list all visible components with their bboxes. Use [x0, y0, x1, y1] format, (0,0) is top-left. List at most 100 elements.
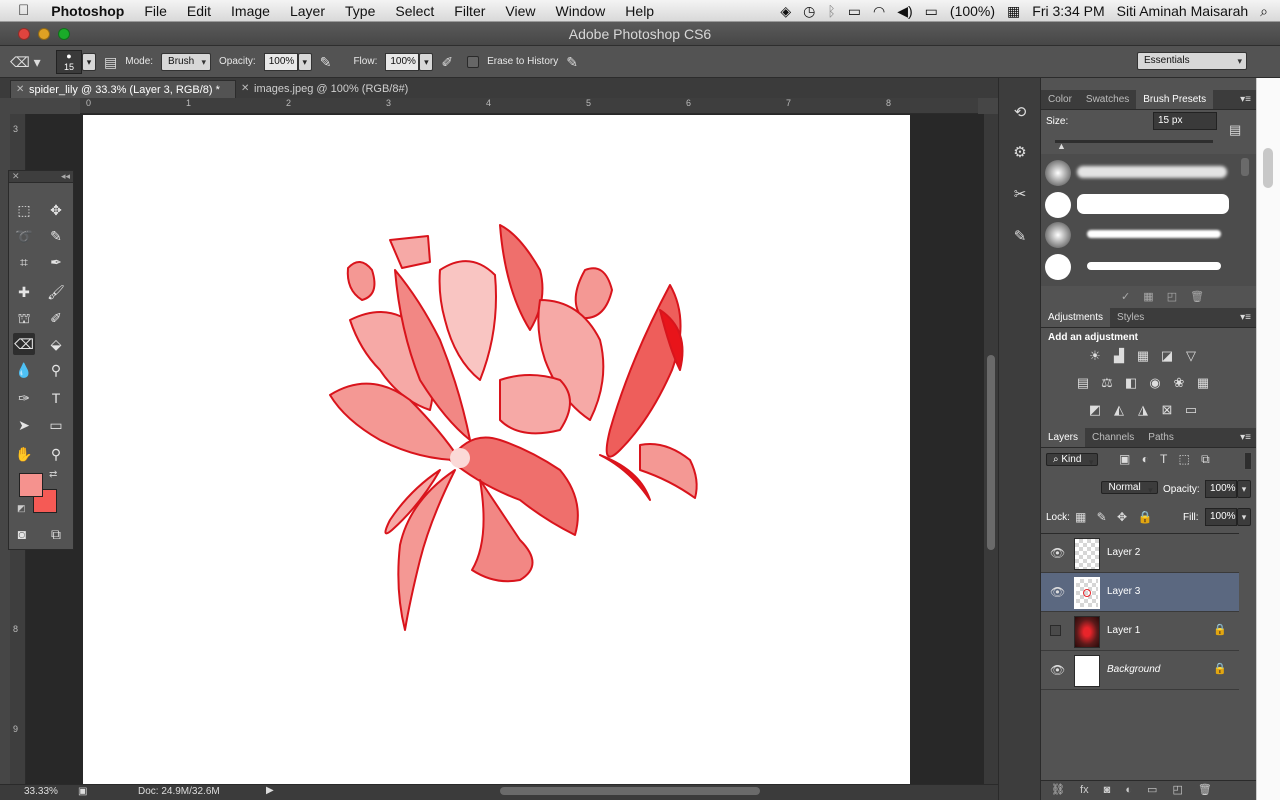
display-icon[interactable]: ▭ — [848, 3, 861, 20]
pressure-opacity-icon[interactable]: ✎ — [320, 53, 332, 71]
threshold-icon[interactable]: ◮ — [1135, 402, 1151, 418]
user-name[interactable]: Siti Aminah Maisarah — [1117, 3, 1249, 19]
fill-input[interactable]: 100% — [1205, 508, 1237, 526]
vibrance-icon[interactable]: ▽ — [1183, 348, 1199, 364]
black-white-icon[interactable]: ◧ — [1123, 375, 1139, 391]
close-tab-icon[interactable]: ✕ — [16, 81, 24, 99]
menu-select[interactable]: Select — [385, 0, 444, 22]
close-tab-icon[interactable]: ✕ — [241, 80, 249, 98]
brush-panel-icon[interactable]: ▤ — [104, 53, 117, 71]
clock[interactable]: Fri 3:34 PM — [1032, 3, 1104, 19]
brush-size-preview[interactable]: ● 15 — [56, 49, 82, 74]
flow-dropdown[interactable]: ▾ — [419, 52, 434, 71]
volume-icon[interactable]: ◀) — [897, 3, 912, 20]
dodge-icon[interactable]: ⚲ — [45, 359, 67, 381]
tab-spider-lily[interactable]: ✕ spider_lily @ 33.3% (Layer 3, RGB/8) * — [10, 80, 236, 98]
stamp-icon[interactable]: ⛫ — [13, 307, 35, 329]
mac-scroll-thumb[interactable] — [1263, 148, 1273, 188]
brush-soft-round-pressure[interactable] — [1045, 222, 1071, 248]
zoom-icon[interactable]: ⚲ — [45, 443, 67, 465]
layer-row-layer-2[interactable]: 👁 Layer 2 — [1041, 534, 1239, 573]
panel-menu-icon[interactable]: ▾≡ — [1240, 90, 1251, 110]
brightness-icon[interactable]: ☀ — [1087, 348, 1103, 364]
filter-kind-select[interactable]: ⌕ Kind — [1046, 453, 1099, 466]
menu-image[interactable]: Image — [221, 0, 280, 22]
zoom-window-button[interactable] — [58, 28, 70, 40]
document-canvas[interactable] — [83, 115, 910, 784]
menu-edit[interactable]: Edit — [177, 0, 221, 22]
filter-toggle[interactable] — [1244, 452, 1252, 470]
tab-paths[interactable]: Paths — [1141, 428, 1181, 447]
quick-select-icon[interactable]: ✎ — [45, 225, 67, 247]
brush-hard-round-pressure[interactable] — [1045, 254, 1071, 280]
battery-icon[interactable]: ▭ — [925, 3, 938, 20]
tool-presets-icon[interactable]: ✂ — [1009, 184, 1031, 206]
photo-filter-icon[interactable]: ◉ — [1147, 375, 1163, 391]
menu-filter[interactable]: Filter — [444, 0, 495, 22]
minimize-window-button[interactable] — [38, 28, 50, 40]
crop-icon[interactable]: ⌗ — [13, 251, 35, 273]
eye-icon[interactable]: 👁 — [1050, 663, 1065, 677]
blend-mode-select[interactable]: Normal — [1101, 481, 1158, 494]
shape-icon[interactable]: ▭ — [45, 414, 67, 436]
tab-layers[interactable]: Layers — [1041, 428, 1086, 447]
tab-images-jpeg[interactable]: ✕ images.jpeg @ 100% (RGB/8#) — [236, 80, 426, 98]
opacity-input[interactable]: 100% — [263, 52, 298, 71]
vertical-scroll-thumb[interactable] — [987, 355, 995, 550]
healing-icon[interactable]: ✚ — [13, 281, 35, 303]
eyedropper-icon[interactable]: ✒ — [45, 251, 67, 273]
layer-row-background[interactable]: 👁 Background 🔒 — [1041, 651, 1239, 690]
menu-layer[interactable]: Layer — [280, 0, 335, 22]
size-slider-handle[interactable]: ▲ — [1057, 141, 1066, 151]
color-balance-icon[interactable]: ⚖ — [1099, 375, 1115, 391]
tab-swatches[interactable]: Swatches — [1079, 90, 1136, 109]
size-input[interactable]: 15 px — [1153, 112, 1217, 130]
channel-mixer-icon[interactable]: ❀ — [1171, 375, 1187, 391]
exposure-icon[interactable]: ◪ — [1159, 348, 1175, 364]
layers-footer-icons[interactable]: ⛓ fx ◙ ◐ ▭ ◰ 🗑 — [1041, 780, 1257, 800]
presets-scroll-thumb[interactable] — [1241, 158, 1249, 176]
spotlight-icon[interactable]: ⌕ — [1260, 3, 1268, 20]
type-icon[interactable]: T — [45, 387, 67, 409]
tab-color[interactable]: Color — [1041, 90, 1079, 109]
apple-icon[interactable]:  — [0, 0, 41, 22]
layer-opacity-input[interactable]: 100% — [1205, 480, 1237, 498]
pressure-size-icon[interactable]: ✎ — [566, 53, 578, 71]
calendar-icon[interactable]: ▦ — [1007, 3, 1020, 20]
swap-colors-icon[interactable]: ⇄ — [49, 469, 57, 480]
brush-soft-round[interactable] — [1045, 160, 1071, 186]
menu-help[interactable]: Help — [615, 0, 664, 22]
status-menu-arrow-icon[interactable]: ▶ — [266, 785, 274, 796]
eraser-icon[interactable]: ⌫ ▾ — [10, 53, 48, 71]
layer-row-layer-1[interactable]: Layer 1 🔒 — [1041, 612, 1239, 651]
visibility-off-box[interactable] — [1050, 625, 1061, 636]
lock-options-icons[interactable]: ▦ ✎ ✥ 🔒 — [1075, 510, 1152, 524]
fill-dropdown[interactable]: ▾ — [1237, 508, 1251, 526]
brush-hard-round[interactable] — [1045, 192, 1071, 218]
menu-view[interactable]: View — [495, 0, 545, 22]
selective-color-icon[interactable]: ⊠ — [1159, 402, 1175, 418]
panel-menu-icon[interactable]: ▾≡ — [1240, 308, 1251, 328]
invert-icon[interactable]: ◩ — [1087, 402, 1103, 418]
layer-filter-icons[interactable]: ▣ ◐ T ⬚ ⧉ — [1119, 452, 1210, 467]
screen-mode-icon[interactable]: ⧉ — [45, 523, 67, 545]
layer-opacity-dropdown[interactable]: ▾ — [1237, 480, 1251, 498]
default-colors-icon[interactable]: ◩ — [17, 503, 26, 514]
mode-select[interactable]: Brush — [161, 52, 212, 71]
eye-icon[interactable]: 👁 — [1050, 546, 1065, 560]
brush-presets-list[interactable] — [1041, 154, 1257, 286]
brush-icon[interactable]: 🖌 — [45, 281, 67, 303]
blur-icon[interactable]: 💧 — [13, 359, 35, 381]
airbrush-icon[interactable]: ✐ — [441, 53, 453, 71]
bucket-icon[interactable]: ⬙ — [45, 333, 67, 355]
history-icon[interactable]: ⟲ — [1009, 102, 1031, 124]
hue-saturation-icon[interactable]: ▤ — [1075, 375, 1091, 391]
brush-picker-dropdown[interactable]: ▾ — [82, 52, 96, 71]
dropbox-icon[interactable]: ◈ — [780, 3, 791, 20]
curves-icon[interactable]: ▦ — [1135, 348, 1151, 364]
opacity-dropdown[interactable]: ▾ — [297, 52, 312, 71]
tab-channels[interactable]: Channels — [1085, 428, 1141, 447]
bluetooth-icon[interactable]: ᛒ — [827, 3, 835, 19]
eye-icon[interactable]: 👁 — [1050, 585, 1065, 599]
flow-input[interactable]: 100% — [385, 52, 420, 71]
